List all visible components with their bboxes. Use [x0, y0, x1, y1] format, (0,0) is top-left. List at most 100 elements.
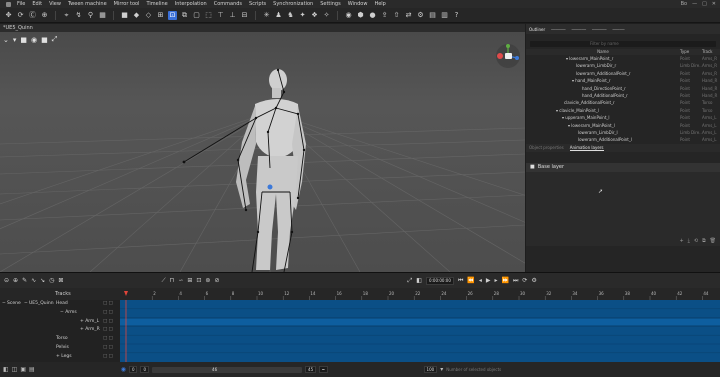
menu-window[interactable]: Window: [348, 1, 368, 7]
interp-auto-icon[interactable]: ⊞: [187, 277, 192, 284]
menu-settings[interactable]: Settings: [320, 1, 341, 7]
tab-4[interactable]: ━━━━━━: [592, 27, 606, 32]
link-icon[interactable]: ⤢: [407, 277, 412, 285]
outliner-row[interactable]: ▾ lowerarm_MainPoint_l Point Arms_L: [526, 122, 720, 129]
rotate-icon[interactable]: ⟳: [16, 11, 25, 20]
menu-timeline[interactable]: Timeline: [146, 1, 167, 7]
ik-icon[interactable]: ⌖: [62, 11, 71, 20]
next-key-icon[interactable]: ⏩: [502, 277, 509, 284]
tab-object-properties[interactable]: Object properties: [529, 145, 564, 150]
pin-icon[interactable]: ⚲: [86, 11, 95, 20]
3d-viewport[interactable]: ⌄ ▾ ■ ◉ ■ ⤢: [0, 32, 525, 272]
next-frame-icon[interactable]: ▸: [495, 277, 498, 284]
go-start-icon[interactable]: ⏮: [458, 277, 463, 285]
tab-animation-layers[interactable]: Animation layers: [569, 145, 604, 151]
timeline-ruler[interactable]: Tracks 2 4 6 8 10 12 14 16 18 20 22 24 26 28 30 32 34 36 3…: [0, 288, 720, 300]
track-row[interactable]: Head □ □: [0, 300, 120, 309]
outliner-row[interactable]: ▾ clavicle_MainPoint_l Point Torso: [526, 107, 720, 114]
tangent-icon[interactable]: ∿: [31, 277, 36, 284]
tween-icon[interactable]: ⊤: [216, 11, 225, 20]
interp-bezier-icon[interactable]: ∽: [178, 277, 183, 284]
timeline-settings-icon[interactable]: ⚙: [531, 277, 536, 284]
layer-checkbox-icon[interactable]: ■: [530, 164, 535, 170]
outliner-row[interactable]: lowerarm_LimbDir_r Limb Dire... Arms_R: [526, 62, 720, 69]
filter-icon[interactable]: ⊕: [13, 277, 18, 284]
curves-icon[interactable]: ↘: [40, 277, 45, 284]
track-lock-visibility-icon[interactable]: □ □: [103, 335, 113, 344]
user-avatar[interactable]: Bo: [681, 1, 688, 7]
outliner-row[interactable]: clavicle_AdditionalPoint_r Point Torso: [526, 99, 720, 106]
settings-icon[interactable]: ⚙: [416, 11, 425, 20]
record-icon[interactable]: ●: [368, 11, 377, 20]
prev-key-icon[interactable]: ⏪: [467, 277, 474, 284]
delete-layer-icon[interactable]: 🗑: [710, 238, 716, 244]
tab-outliner[interactable]: Outliner: [529, 27, 545, 32]
play-icon[interactable]: ▶: [486, 277, 491, 284]
end-frame-field[interactable]: 45: [305, 366, 317, 373]
track-row[interactable]: Torso □ □: [0, 335, 120, 344]
track-row[interactable]: + Arm_R □ □: [0, 326, 120, 335]
tab-2[interactable]: ━━━━━━: [551, 27, 565, 32]
track-lock-visibility-icon[interactable]: □ □: [103, 326, 113, 335]
track-lock-visibility-icon[interactable]: □ □: [103, 309, 113, 318]
playhead-marker[interactable]: [124, 291, 128, 296]
close-icon[interactable]: ✕: [712, 1, 716, 7]
track-lock-visibility-icon[interactable]: □ □: [103, 344, 113, 353]
grid-icon[interactable]: ▦: [98, 11, 107, 20]
minimize-icon[interactable]: —: [692, 1, 697, 7]
loop-icon[interactable]: ⊠: [58, 277, 63, 284]
interp-spline-icon[interactable]: ⊛: [205, 277, 210, 284]
layer-settings-icon[interactable]: ⟲: [694, 238, 698, 244]
keys-icon[interactable]: ▤: [29, 366, 35, 373]
menu-file[interactable]: File: [17, 1, 25, 7]
menu-synchronization[interactable]: Synchronization: [273, 1, 313, 7]
menu-edit[interactable]: Edit: [32, 1, 42, 7]
tab-5[interactable]: ━━━━━: [612, 27, 624, 32]
move-icon[interactable]: ✥: [4, 11, 13, 20]
frame-ruler[interactable]: 2 4 6 8 10 12 14 16 18 20 22 24 26 28 30 32 34 36 38 40 42 44: [0, 288, 720, 300]
current-frame-field[interactable]: 0: [140, 366, 150, 373]
outliner-row[interactable]: lowerarm_AdditionalPoint_l Point Arms_L: [526, 136, 720, 143]
track-row[interactable]: − Arms □ □: [0, 309, 120, 318]
onion-icon[interactable]: ◧: [416, 277, 422, 284]
camera-icon[interactable]: ◉: [344, 11, 353, 20]
tracks-keyframe-area[interactable]: [120, 300, 720, 362]
menu-interpolation[interactable]: Interpolation: [175, 1, 207, 7]
mirror-icon[interactable]: ⧉: [180, 11, 189, 20]
zoom-down-icon[interactable]: ▾: [440, 366, 443, 373]
track-row[interactable]: Pelvis □ □: [0, 344, 120, 353]
menu-commands[interactable]: Commands: [214, 1, 242, 7]
help-icon[interactable]: ?: [452, 11, 461, 20]
view-options-icon[interactable]: ▾: [13, 36, 17, 44]
snap-icon[interactable]: ⊞: [156, 11, 165, 20]
base-layer-row[interactable]: ■ Base layer: [526, 162, 720, 172]
outliner-row[interactable]: hand_DirectionPoint_r Point Hand_R: [526, 85, 720, 92]
loop-play-icon[interactable]: ⟳: [522, 277, 527, 284]
scene-icon[interactable]: ◧: [3, 366, 9, 373]
camera-view-icon[interactable]: ■: [20, 36, 27, 44]
select-mode-icon[interactable]: ⌄: [3, 36, 9, 44]
ghost-icon[interactable]: ▢: [192, 11, 201, 20]
outliner-row[interactable]: lowerarm_LimbDir_l Limb Dire... Arms_L: [526, 129, 720, 136]
orientation-gizmo[interactable]: [495, 43, 521, 69]
viewport-tab[interactable]: *UE5_Quinn: [0, 24, 525, 32]
align-icon[interactable]: ⊥: [228, 11, 237, 20]
menu-scripts[interactable]: Scripts: [249, 1, 266, 7]
render-icon[interactable]: ⬢: [356, 11, 365, 20]
key-icon[interactable]: ✎: [22, 277, 27, 284]
interp-flat-icon[interactable]: ⊡: [196, 277, 201, 284]
outliner-row[interactable]: lowerarm_AdditionalPoint_r Point Arms_R: [526, 70, 720, 77]
auto-key-icon[interactable]: ⊡: [168, 10, 177, 20]
merge-layer-icon[interactable]: ⤓: [688, 238, 690, 244]
duplicate-layer-icon[interactable]: ⧉: [702, 238, 706, 244]
walk-icon[interactable]: ♞: [286, 11, 295, 20]
character-mesh[interactable]: [236, 69, 306, 270]
timeline-mode-icon[interactable]: ⊝: [4, 277, 9, 284]
track-row[interactable]: + Legs □ □: [0, 353, 120, 362]
layout-icon[interactable]: ▤: [428, 11, 437, 20]
range-slider[interactable]: 46: [152, 366, 303, 373]
range-end-field[interactable]: ━: [319, 366, 328, 373]
track-lock-visibility-icon[interactable]: □ □: [103, 318, 113, 327]
video-camera-icon[interactable]: ■: [41, 36, 48, 44]
keyframe-icon[interactable]: ■: [120, 11, 129, 20]
